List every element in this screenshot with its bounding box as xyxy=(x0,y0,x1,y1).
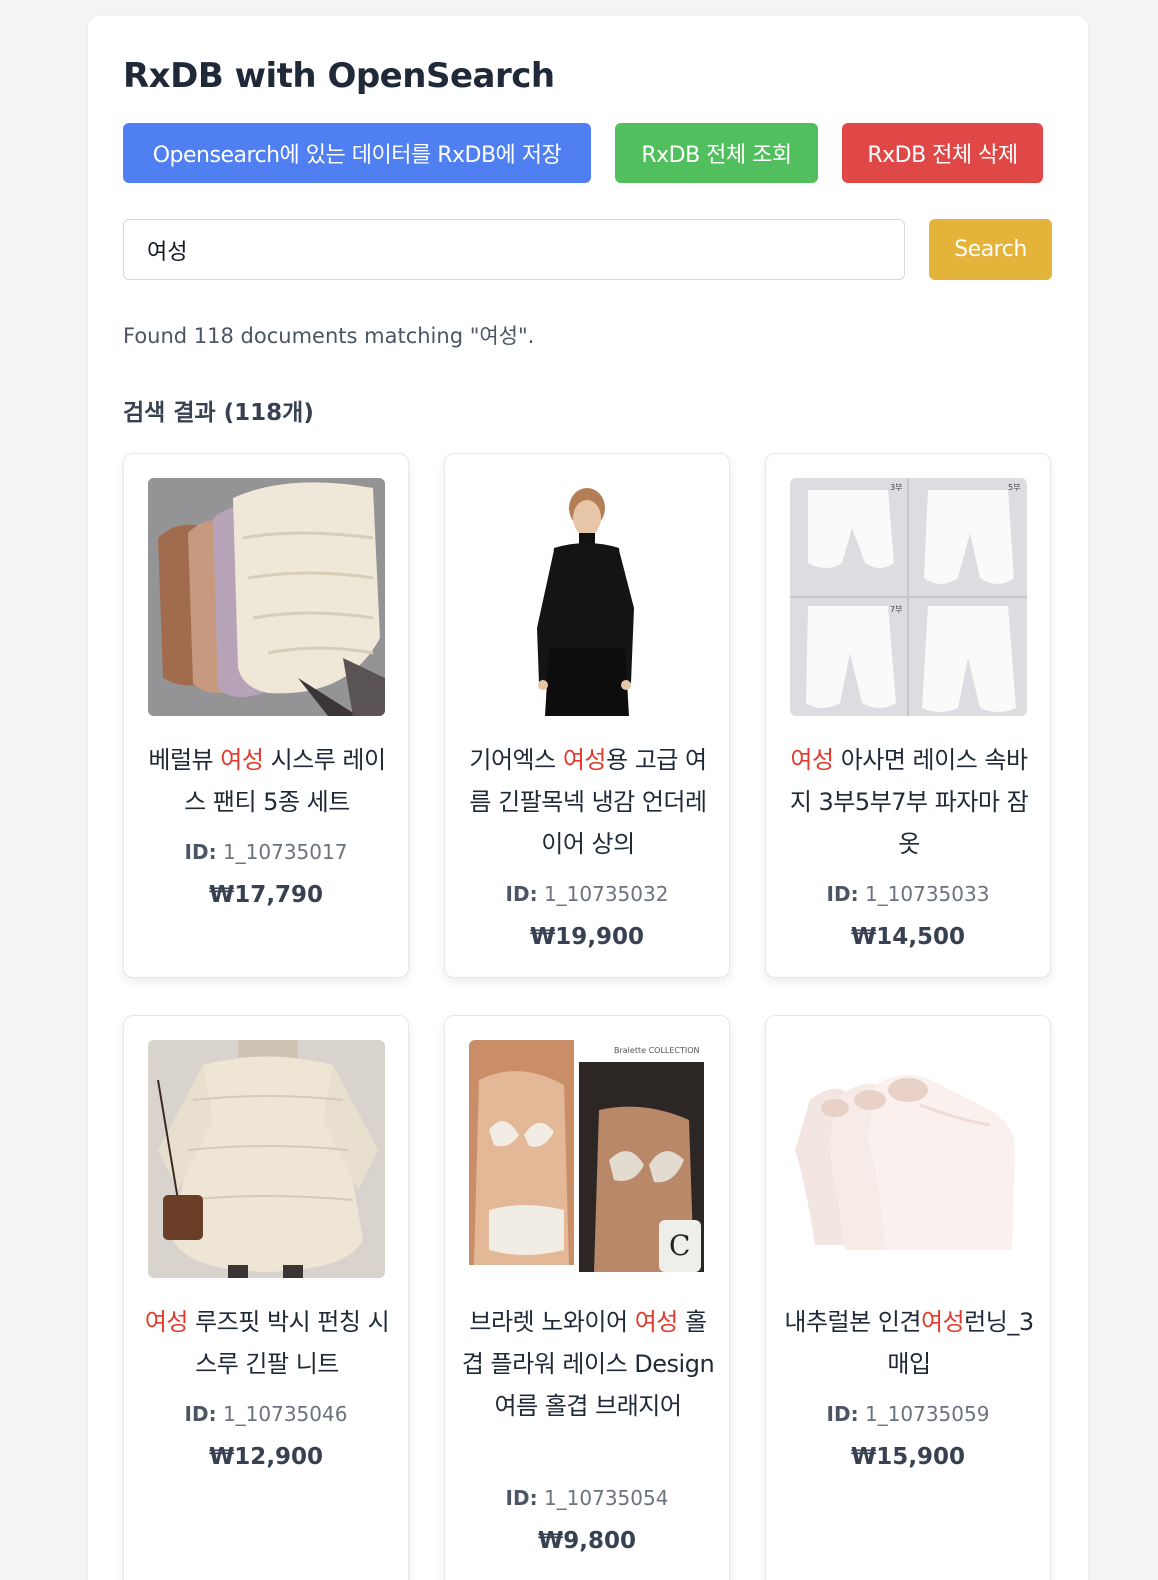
product-title[interactable]: 브라렛 노와이어 여성 홀겹 플라워 레이스 Design 여름 홀겹 브래지어 xyxy=(459,1301,717,1427)
page-title: RxDB with OpenSearch xyxy=(123,56,555,96)
shorts-label: 3부 xyxy=(890,483,902,492)
product-image: 3부 5부 7부 xyxy=(790,478,1027,716)
highlight-match: 여성 xyxy=(562,746,607,774)
search-button[interactable]: Search xyxy=(929,219,1052,280)
highlight-match: 여성 xyxy=(921,1308,965,1336)
delete-all-button[interactable]: RxDB 전체 삭제 xyxy=(842,123,1043,183)
product-id: ID: 1_10735017 xyxy=(184,840,348,864)
product-card[interactable]: 내추럴본 인견여성런닝_3매입 ID: 1_10735059 ₩15,900 xyxy=(765,1015,1051,1580)
product-title[interactable]: 기어엑스 여성용 고급 여름 긴팔목넥 냉감 언더레이어 상의 xyxy=(459,739,717,865)
highlight-match: 여성 xyxy=(144,1308,189,1336)
product-image xyxy=(148,478,385,716)
fetch-all-button[interactable]: RxDB 전체 조회 xyxy=(615,123,818,183)
product-id: ID: 1_10735032 xyxy=(505,882,669,906)
search-input[interactable] xyxy=(123,219,905,280)
product-price: ₩14,500 xyxy=(850,924,966,950)
product-id: ID: 1_10735046 xyxy=(184,1402,348,1426)
sync-opensearch-button[interactable]: Opensearch에 있는 데이터를 RxDB에 저장 xyxy=(123,123,591,183)
highlight-match: 여성 xyxy=(220,746,264,774)
product-image xyxy=(148,1040,385,1278)
product-price: ₩9,800 xyxy=(537,1528,637,1554)
results-heading: 검색 결과 (118개) xyxy=(123,400,314,426)
product-image xyxy=(469,478,706,716)
product-card[interactable]: C Bralette COLLECTION 브라렛 노와이어 여성 홀겹 플라워… xyxy=(444,1015,730,1580)
product-title[interactable]: 여성 루즈핏 박시 펀칭 시스루 긴팔 니트 xyxy=(138,1301,396,1385)
product-title[interactable]: 내추럴본 인견여성런닝_3매입 xyxy=(780,1301,1038,1385)
product-title[interactable]: 베럴뷰 여성 시스루 레이스 팬티 5종 세트 xyxy=(138,739,396,823)
product-card[interactable]: 기어엑스 여성용 고급 여름 긴팔목넥 냉감 언더레이어 상의 ID: 1_10… xyxy=(444,453,730,978)
svg-text:C: C xyxy=(669,1229,690,1262)
product-image: C Bralette COLLECTION xyxy=(469,1040,706,1278)
shorts-label: 7부 xyxy=(890,605,902,614)
product-id: ID: 1_10735033 xyxy=(826,882,990,906)
product-id: ID: 1_10735059 xyxy=(826,1402,990,1426)
product-id: ID: 1_10735054 xyxy=(505,1486,669,1510)
product-price: ₩19,900 xyxy=(529,924,645,950)
product-card[interactable]: 여성 루즈핏 박시 펀칭 시스루 긴팔 니트 ID: 1_10735046 ₩1… xyxy=(123,1015,409,1580)
product-price: ₩12,900 xyxy=(208,1444,324,1470)
product-price: ₩17,790 xyxy=(208,882,324,908)
product-image xyxy=(790,1040,1027,1278)
product-card[interactable]: 3부 5부 7부 여성 아사면 레이스 속바지 3부5부7부 파자마 잠옷 ID… xyxy=(765,453,1051,978)
highlight-match: 여성 xyxy=(634,1308,679,1336)
bralette-brand-text: Bralette COLLECTION xyxy=(614,1046,700,1055)
results-count-text: Found 118 documents matching "여성". xyxy=(123,324,535,348)
highlight-match: 여성 xyxy=(790,746,834,774)
product-title[interactable]: 여성 아사면 레이스 속바지 3부5부7부 파자마 잠옷 xyxy=(780,739,1038,865)
product-price: ₩15,900 xyxy=(850,1444,966,1470)
shorts-label: 5부 xyxy=(1008,483,1020,492)
product-card[interactable]: 베럴뷰 여성 시스루 레이스 팬티 5종 세트 ID: 1_10735017 ₩… xyxy=(123,453,409,978)
